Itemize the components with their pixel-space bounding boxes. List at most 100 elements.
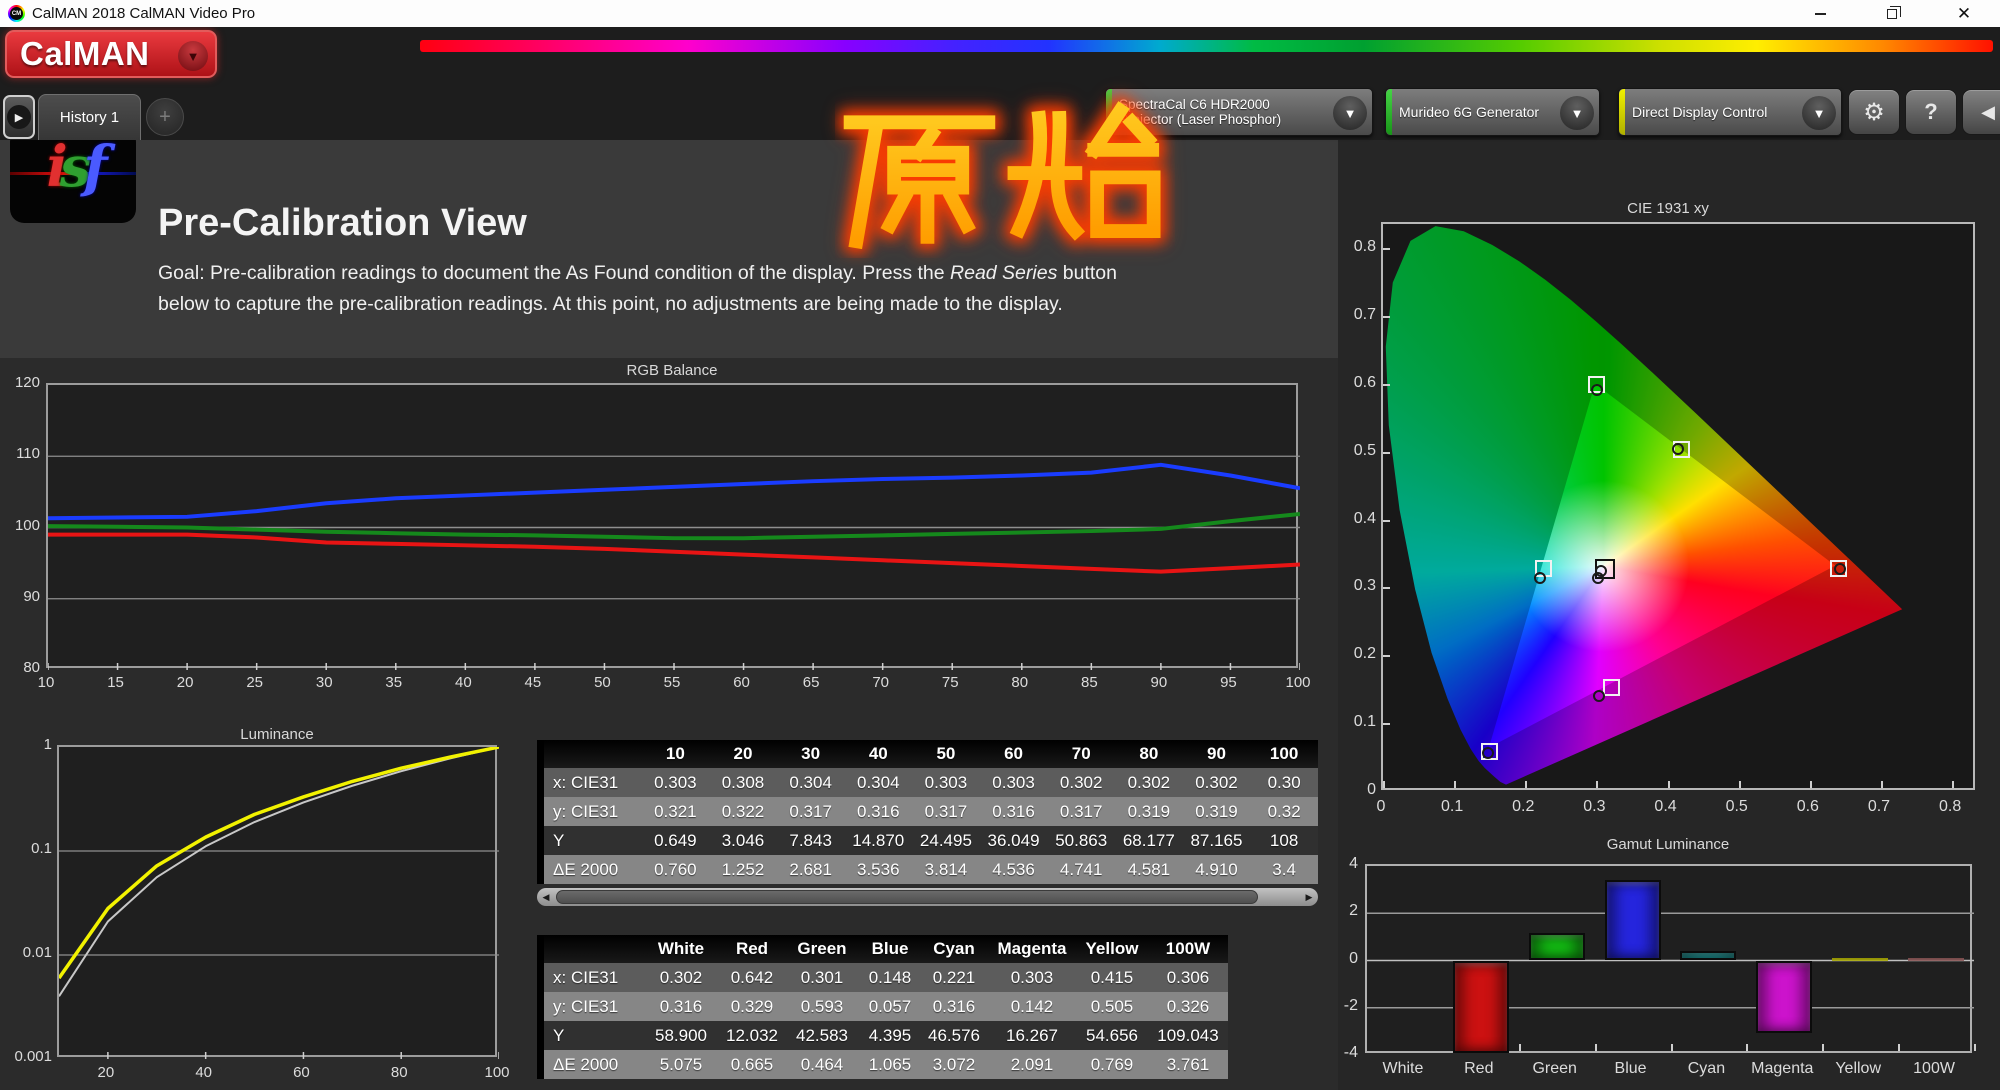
gamut-x-tickmark: [1671, 1044, 1673, 1051]
table-column-header: Yellow: [1076, 935, 1148, 963]
table-cell: 0.316: [920, 992, 988, 1021]
gamut-bar-100w: [1908, 958, 1964, 961]
table-cell: 0.221: [920, 963, 988, 992]
gear-icon: ⚙: [1863, 98, 1885, 127]
cie-x-tick-label: 0.7: [1859, 798, 1899, 816]
cie-y-tickmark: [1383, 587, 1390, 589]
table-column-header: 60: [980, 740, 1048, 768]
table-cell: 0.302: [1047, 768, 1115, 797]
minimize-button[interactable]: [1784, 0, 1856, 27]
luminance-series-target: [59, 747, 499, 996]
table-cell: 68.177: [1115, 826, 1183, 855]
table-column-header: 20: [709, 740, 777, 768]
collapse-panel-button[interactable]: ◀: [1962, 89, 2000, 135]
title-bar: CM CalMAN 2018 CalMAN Video Pro ✕: [0, 0, 2000, 27]
table-cell: 0.649: [642, 826, 710, 855]
isf-letter-s: s: [60, 134, 84, 200]
luminance-title: Luminance: [57, 726, 497, 743]
display-control-dropdown[interactable]: Direct Display Control ▼: [1618, 88, 1842, 136]
scroll-left-icon[interactable]: ◀: [537, 888, 555, 906]
table-cell: 0.316: [642, 992, 720, 1021]
cie-y-tick-label: 0.6: [1338, 374, 1376, 392]
rgb-balance-chart: [46, 383, 1298, 668]
table-cell: 58.900: [642, 1021, 720, 1050]
table-column-header: Magenta: [988, 935, 1076, 963]
display-control-label: Direct Display Control: [1632, 89, 1799, 135]
add-tab-button[interactable]: +: [146, 98, 184, 136]
maximize-button[interactable]: [1856, 0, 1928, 27]
gamut-y-tick-label: -4: [1330, 1044, 1358, 1062]
isf-logo-letters: isf: [10, 134, 136, 200]
table-header-row: WhiteRedGreenBlueCyanMagentaYellow100W: [537, 935, 1228, 963]
source-dropdown[interactable]: Murideo 6G Generator ▼: [1385, 88, 1600, 136]
table-cell: 50.863: [1047, 826, 1115, 855]
table-column-header: 10: [642, 740, 710, 768]
cie-x-tickmark: [1596, 781, 1598, 788]
table-cell: 0.415: [1076, 963, 1148, 992]
gamut-y-tick-label: 4: [1330, 855, 1358, 873]
gamut-x-tick-label: Magenta: [1742, 1060, 1822, 1078]
scrollbar-thumb[interactable]: [556, 890, 1258, 904]
table-cell: 0.319: [1183, 797, 1251, 826]
table-cell: 0.464: [784, 1050, 860, 1079]
table-header-row: 102030405060708090100: [537, 740, 1318, 768]
chevron-down-icon: ▼: [178, 41, 208, 71]
table-cell: 4.910: [1183, 855, 1251, 884]
play-icon: ▶: [7, 105, 31, 129]
chevron-down-icon: ▼: [1560, 96, 1594, 130]
calman-logo-text: CalMAN: [20, 35, 150, 73]
cie-y-tickmark: [1383, 452, 1390, 454]
rgb-balance-title: RGB Balance: [46, 362, 1298, 379]
goal-line1: Goal: Pre-calibration readings to docume…: [158, 258, 1348, 289]
gamut-bar-blue: [1605, 880, 1661, 960]
cie-x-tickmark: [1525, 781, 1527, 788]
maximize-icon: [1887, 9, 1897, 19]
cie-measured-magenta: [1593, 690, 1605, 702]
rgb-x-tick-label: 55: [652, 674, 692, 691]
table-corner-cell: [544, 740, 642, 768]
luminance-x-tick-label: 20: [84, 1064, 128, 1081]
rgb-x-tick-label: 65: [791, 674, 831, 691]
table-row: Y58.90012.03242.5834.39546.57616.26754.6…: [537, 1021, 1228, 1050]
close-button[interactable]: ✕: [1928, 0, 2000, 27]
gamut-luminance-chart: [1365, 864, 1972, 1053]
help-button[interactable]: ?: [1905, 89, 1957, 135]
table-cell: 3.072: [920, 1050, 988, 1079]
tab-history-1[interactable]: History 1: [38, 94, 141, 140]
app-icon-text: CM: [10, 7, 23, 20]
rgb-y-tick-label: 90: [2, 588, 40, 605]
table-cell: 0.301: [784, 963, 860, 992]
table-row: Y0.6493.0467.84314.87024.49536.04950.863…: [537, 826, 1318, 855]
gamut-x-tickmark: [1898, 1044, 1900, 1051]
rgb-x-tick-label: 90: [1139, 674, 1179, 691]
rgb-x-tick-label: 35: [374, 674, 414, 691]
table-cell: 3.814: [912, 855, 980, 884]
source-dropdown-label: Murideo 6G Generator: [1399, 89, 1557, 135]
gamut-x-tick-label: Cyan: [1666, 1060, 1746, 1078]
rgb-series-green: [48, 514, 1300, 538]
luminance-y-tick-label: 0.1: [0, 840, 52, 857]
workflow-nav-button[interactable]: ▶: [3, 95, 35, 139]
table-cell: 0.30: [1250, 768, 1318, 797]
goal-line2: below to capture the pre-calibration rea…: [158, 289, 1348, 320]
rgb-x-tick-label: 75: [930, 674, 970, 691]
gamut-y-tick-label: 2: [1330, 902, 1358, 920]
calman-menu-button[interactable]: CalMAN ▼: [5, 30, 217, 78]
minimize-icon: [1815, 13, 1826, 15]
gamut-x-tickmark: [1595, 1044, 1597, 1051]
rgb-x-tick-label: 50: [582, 674, 622, 691]
luminance-x-tick-label: 60: [279, 1064, 323, 1081]
gamut-x-tickmark: [1974, 1044, 1976, 1051]
source-label: Murideo 6G Generator: [1399, 104, 1557, 120]
table-cell: 0.302: [1115, 768, 1183, 797]
window-title: CalMAN 2018 CalMAN Video Pro: [32, 5, 255, 22]
table-column-header: Blue: [860, 935, 920, 963]
rgb-x-tick-label: 70: [861, 674, 901, 691]
gamut-x-tick-label: Green: [1515, 1060, 1595, 1078]
close-icon: ✕: [1957, 5, 1971, 22]
grayscale-table: 102030405060708090100x: CIE310.3030.3080…: [537, 740, 1318, 884]
settings-button[interactable]: ⚙: [1848, 89, 1900, 135]
scroll-right-icon[interactable]: ▶: [1300, 888, 1318, 906]
grayscale-table-scrollbar[interactable]: ◀ ▶: [537, 888, 1318, 906]
table-cell: 5.075: [642, 1050, 720, 1079]
